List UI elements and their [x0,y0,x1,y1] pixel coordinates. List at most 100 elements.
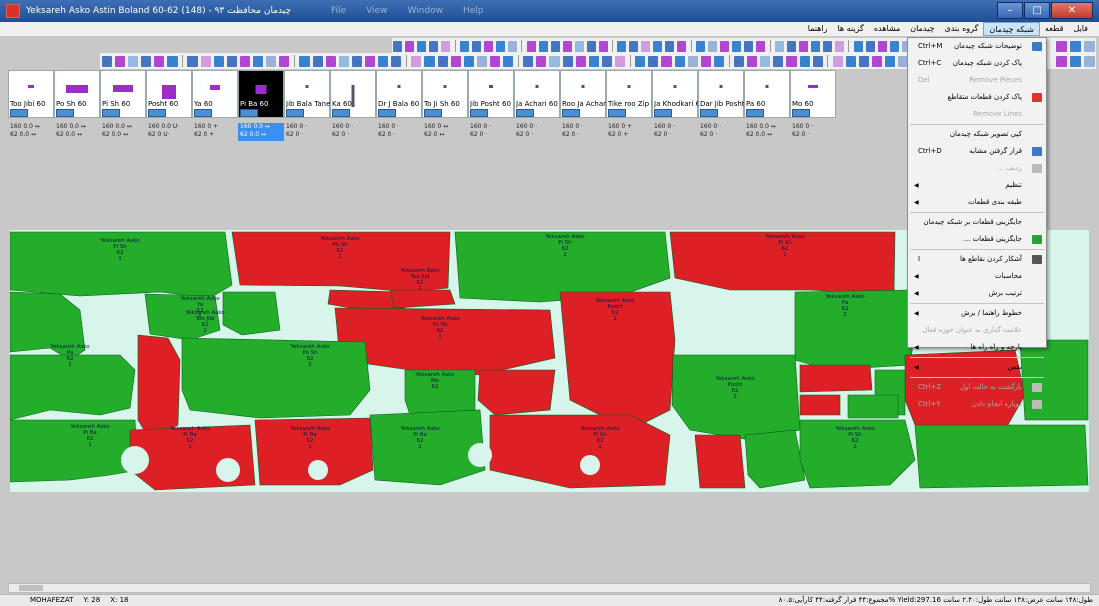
main-tool-icon-30[interactable] [507,40,517,52]
marker-piece[interactable] [181,337,371,419]
secondary-tool-icon-57[interactable] [101,55,112,67]
layout-menu-item[interactable]: جایگزینی قطعات بر شبکه چیدمان [908,214,1046,231]
secondary-tool-icon-7[interactable] [799,55,810,67]
piece-cell[interactable]: Ka 60 [330,70,376,118]
secondary-tool-icon-30[interactable] [476,55,488,67]
layout-menu-item[interactable]: نقص ◀ [908,359,1046,376]
marker-piece[interactable] [914,424,1089,489]
secondary-tool-icon-29[interactable] [490,55,501,67]
marker-piece[interactable] [744,429,806,489]
secondary-tool-icon-52[interactable] [167,55,178,67]
secondary-tool-icon-36[interactable] [391,55,402,67]
main-tool-icon-19[interactable] [653,40,663,52]
qty-cell[interactable]: 160 0 · 62 0 · [790,123,836,141]
right-bottom-tool-icon-0[interactable] [1083,55,1095,67]
qty-cell[interactable]: 160 0 · 62 0 · [698,123,744,141]
main-tool-icon-6[interactable] [822,40,832,52]
secondary-tool-icon-48[interactable] [226,55,237,67]
main-tool-icon-16[interactable] [696,40,706,52]
marker-piece[interactable] [799,394,841,416]
secondary-tool-icon-24[interactable] [562,55,573,67]
secondary-tool-icon-10[interactable] [760,55,771,67]
layout-menu-item[interactable]: قرار گرفتن مشابه Ctrl+D [908,143,1046,160]
secondary-tool-icon-32[interactable] [450,55,461,67]
main-tool-icon-15[interactable] [708,40,718,52]
secondary-tool-icon-47[interactable] [239,55,251,67]
piece-cell[interactable]: Mo 60 [790,70,836,118]
qty-cell[interactable]: 160 0.0 U· 62 0 U· [146,123,192,141]
secondary-tool-icon-46[interactable] [253,55,264,67]
qty-cell[interactable]: 160 0 ↔ 62 0 ↔ [422,123,468,141]
secondary-tool-icon-20[interactable] [615,55,626,67]
layout-menu-item[interactable]: تنظیم ◀ [908,177,1046,194]
secondary-tool-icon-6[interactable] [812,55,823,67]
marker-piece[interactable] [10,354,136,421]
qty-cell[interactable]: 160 0 · 62 0 · [468,123,514,141]
menu-item-6[interactable]: گزینه ها [832,22,868,36]
menu-item-1[interactable]: قطعه [1040,22,1069,36]
secondary-tool-icon-17[interactable] [661,55,672,67]
marker-piece[interactable] [694,434,746,489]
layout-menu-item[interactable]: پاک کردن شبکه چیدمان Ctrl+C [908,55,1046,72]
layout-menu-item[interactable]: جایگزینی قطعات ... [908,231,1046,248]
main-tool-icon-17[interactable] [677,40,687,52]
secondary-tool-icon-9[interactable] [773,55,784,67]
menu-item-4[interactable]: چیدمان [905,22,939,36]
secondary-tool-icon-37[interactable] [378,55,389,67]
close-button[interactable]: ✕ [1051,2,1093,19]
qty-cell[interactable]: 160 0 · 62 0 · [652,123,698,141]
main-tool-icon-13[interactable] [732,40,742,52]
piece-cell[interactable]: Posht 60 [146,70,192,118]
qty-cell[interactable]: 160 0 · 62 0 · [560,123,606,141]
piece-cell[interactable]: Jib Bala Tanel [284,70,330,118]
secondary-tool-icon-26[interactable] [536,55,547,67]
qty-cell[interactable]: 160 0.0 ↔ 62 0.0 ↔ [54,123,100,141]
layout-menu-item[interactable]: آشکار کردن نقاطع ها I [908,251,1046,268]
secondary-tool-icon-1[interactable] [885,55,896,67]
menu-item-3[interactable]: گروه بندی [939,22,983,36]
secondary-tool-icon-35[interactable] [411,55,422,67]
secondary-tool-icon-49[interactable] [213,55,224,67]
piece-cell[interactable]: Dr J Bala 60 [376,70,422,118]
marker-piece[interactable] [794,289,916,371]
piece-cell[interactable]: Ya 60 [192,70,238,118]
piece-cell[interactable]: Ja Achari 60 [514,70,560,118]
main-tool-icon-12[interactable] [744,40,754,52]
main-tool-icon-23[interactable] [598,40,608,52]
main-tool-icon-5[interactable] [834,40,844,52]
secondary-tool-icon-12[interactable] [733,55,745,67]
qty-cell[interactable]: 160 0.0 ↔ 62 0.0 ↔ [100,123,146,141]
secondary-tool-icon-4[interactable] [845,55,856,67]
main-tool-icon-11[interactable] [756,40,766,52]
main-tool-icon-24[interactable] [586,40,596,52]
main-tool-icon-28[interactable] [538,40,548,52]
main-tool-icon-38[interactable] [405,40,415,52]
main-tool-icon-25[interactable] [574,40,584,52]
marker-piece[interactable] [222,291,281,336]
secondary-tool-icon-51[interactable] [187,55,198,67]
main-tool-icon-7[interactable] [810,40,820,52]
main-tool-icon-2[interactable] [877,40,887,52]
secondary-tool-icon-8[interactable] [786,55,797,67]
menu-item-0[interactable]: فایل [1068,22,1093,36]
secondary-tool-icon-39[interactable] [351,55,363,67]
layout-menu-item[interactable]: توضیحات شبکه چیدمان Ctrl+M [908,38,1046,55]
secondary-tool-icon-22[interactable] [588,55,599,67]
secondary-tool-icon-19[interactable] [635,55,646,67]
layout-menu-item[interactable]: طبقه بندی قطعات ◀ [908,194,1046,211]
qty-cell[interactable]: 160 0 +62 0 + [606,123,652,141]
main-tool-icon-39[interactable] [393,40,403,52]
main-tool-icon-27[interactable] [550,40,560,52]
piece-cell[interactable]: Dar Jib Posht 60 [698,70,744,118]
marker-piece[interactable] [369,409,486,486]
qty-cell[interactable]: 160 0 · 62 0 · [330,123,376,141]
layout-menu-item[interactable]: کپی تصویر شبکه چیدمان [908,126,1046,143]
main-tool-icon-3[interactable] [865,40,875,52]
secondary-tool-icon-14[interactable] [700,55,711,67]
horizontal-scrollbar[interactable] [8,583,1091,593]
main-tool-icon-14[interactable] [720,40,730,52]
marker-piece[interactable] [477,369,556,416]
main-tool-icon-10[interactable] [774,40,784,52]
secondary-tool-icon-50[interactable] [200,55,211,67]
secondary-tool-icon-40[interactable] [338,55,349,67]
